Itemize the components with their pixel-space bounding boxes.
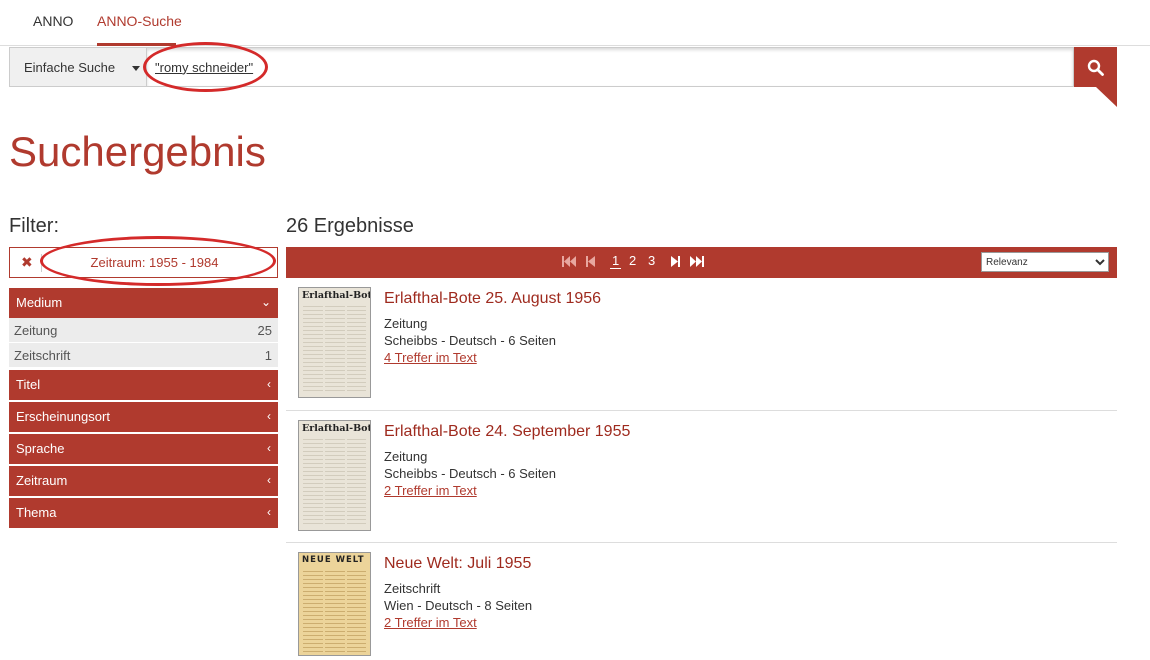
search-icon — [1087, 59, 1104, 76]
thumbnail-masthead: NEUE WELT — [302, 555, 365, 565]
result-hits-link[interactable]: 4 Treffer im Text — [384, 350, 477, 365]
result-meta: Scheibbs - Deutsch - 6 Seiten — [384, 333, 556, 348]
facet-label: Medium — [16, 295, 63, 310]
search-mode-dropdown[interactable]: Einfache Suche — [10, 48, 147, 86]
result-type: Zeitung — [384, 449, 428, 464]
facet-thema[interactable]: Thema ‹ — [9, 498, 278, 528]
facet-medium[interactable]: Medium ⌄ — [9, 288, 278, 318]
page-1[interactable]: 1 — [610, 253, 622, 269]
annotation-ellipse-search — [143, 42, 268, 92]
search-button[interactable] — [1074, 47, 1117, 87]
last-page-icon[interactable] — [690, 256, 705, 267]
facet-titel[interactable]: Titel ‹ — [9, 370, 278, 400]
chevron-left-icon: ‹ — [267, 505, 271, 519]
result-title[interactable]: Erlafthal-Bote 24. September 1955 — [384, 423, 630, 441]
results-count: 26 Ergebnisse — [286, 215, 414, 237]
annotation-ellipse-filter — [40, 236, 276, 286]
newspaper-thumbnail[interactable]: Erlafthal-Bote — [298, 420, 371, 531]
facet-label: Titel — [16, 377, 41, 392]
facet-label: Sprache — [16, 441, 65, 456]
facet-zeitraum[interactable]: Zeitraum ‹ — [9, 466, 278, 496]
facet-item-label: Zeitschrift — [14, 348, 71, 363]
magazine-thumbnail[interactable]: NEUE WELT — [298, 552, 371, 656]
result-type: Zeitschrift — [384, 581, 441, 596]
tab-anno[interactable]: ANNO — [33, 13, 73, 29]
facet-item-label: Zeitung — [14, 323, 58, 338]
result-meta: Scheibbs - Deutsch - 6 Seiten — [384, 466, 556, 481]
chevron-left-icon: ‹ — [267, 377, 271, 391]
facet-label: Zeitraum — [16, 473, 68, 488]
page-2[interactable]: 2 — [629, 253, 636, 268]
top-navigation: ANNO ANNO-Suche — [0, 0, 1150, 46]
facet-erscheinungsort[interactable]: Erscheinungsort ‹ — [9, 402, 278, 432]
search-mode-label: Einfache Suche — [24, 60, 116, 75]
chevron-down-icon: ⌄ — [260, 295, 271, 309]
prev-page-icon[interactable] — [586, 256, 595, 267]
first-page-icon[interactable] — [562, 256, 576, 267]
result-meta: Wien - Deutsch - 8 Seiten — [384, 598, 533, 613]
active-tab-indicator — [97, 43, 176, 46]
next-page-icon[interactable] — [671, 256, 680, 267]
chevron-left-icon: ‹ — [267, 409, 271, 423]
result-title[interactable]: Neue Welt: Juli 1955 — [384, 555, 531, 573]
facet-item-zeitung[interactable]: Zeitung 25 — [9, 318, 278, 343]
page-title: Suchergebnis — [9, 128, 266, 175]
chevron-left-icon: ‹ — [267, 441, 271, 455]
tab-anno-suche[interactable]: ANNO-Suche — [97, 13, 182, 29]
search-button-tail — [1096, 87, 1117, 107]
facet-item-count: 1 — [264, 348, 272, 363]
result-item: Erlafthal-Bote Erlafthal-Bote 25. August… — [286, 278, 1117, 411]
facet-item-zeitschrift[interactable]: Zeitschrift 1 — [9, 343, 278, 368]
page-3[interactable]: 3 — [648, 253, 655, 268]
thumbnail-masthead: Erlafthal-Bote — [302, 423, 371, 434]
result-hits-link[interactable]: 2 Treffer im Text — [384, 483, 477, 498]
result-title[interactable]: Erlafthal-Bote 25. August 1956 — [384, 290, 601, 308]
thumbnail-masthead: Erlafthal-Bote — [302, 290, 371, 301]
result-item: NEUE WELT Neue Welt: Juli 1955 Zeitschri… — [286, 543, 1117, 660]
facet-label: Thema — [16, 505, 57, 520]
facet-item-count: 25 — [257, 323, 272, 338]
result-hits-link[interactable]: 2 Treffer im Text — [384, 615, 477, 630]
search-input[interactable] — [147, 48, 1073, 86]
filter-heading: Filter: — [9, 215, 59, 237]
result-type: Zeitung — [384, 316, 428, 331]
sort-dropdown[interactable]: Relevanz — [981, 252, 1109, 272]
caret-down-icon — [132, 66, 140, 71]
chevron-left-icon: ‹ — [267, 473, 271, 487]
newspaper-thumbnail[interactable]: Erlafthal-Bote — [298, 287, 371, 398]
facet-label: Erscheinungsort — [16, 409, 110, 424]
facet-sprache[interactable]: Sprache ‹ — [9, 434, 278, 464]
result-item: Erlafthal-Bote Erlafthal-Bote 24. Septem… — [286, 411, 1117, 543]
